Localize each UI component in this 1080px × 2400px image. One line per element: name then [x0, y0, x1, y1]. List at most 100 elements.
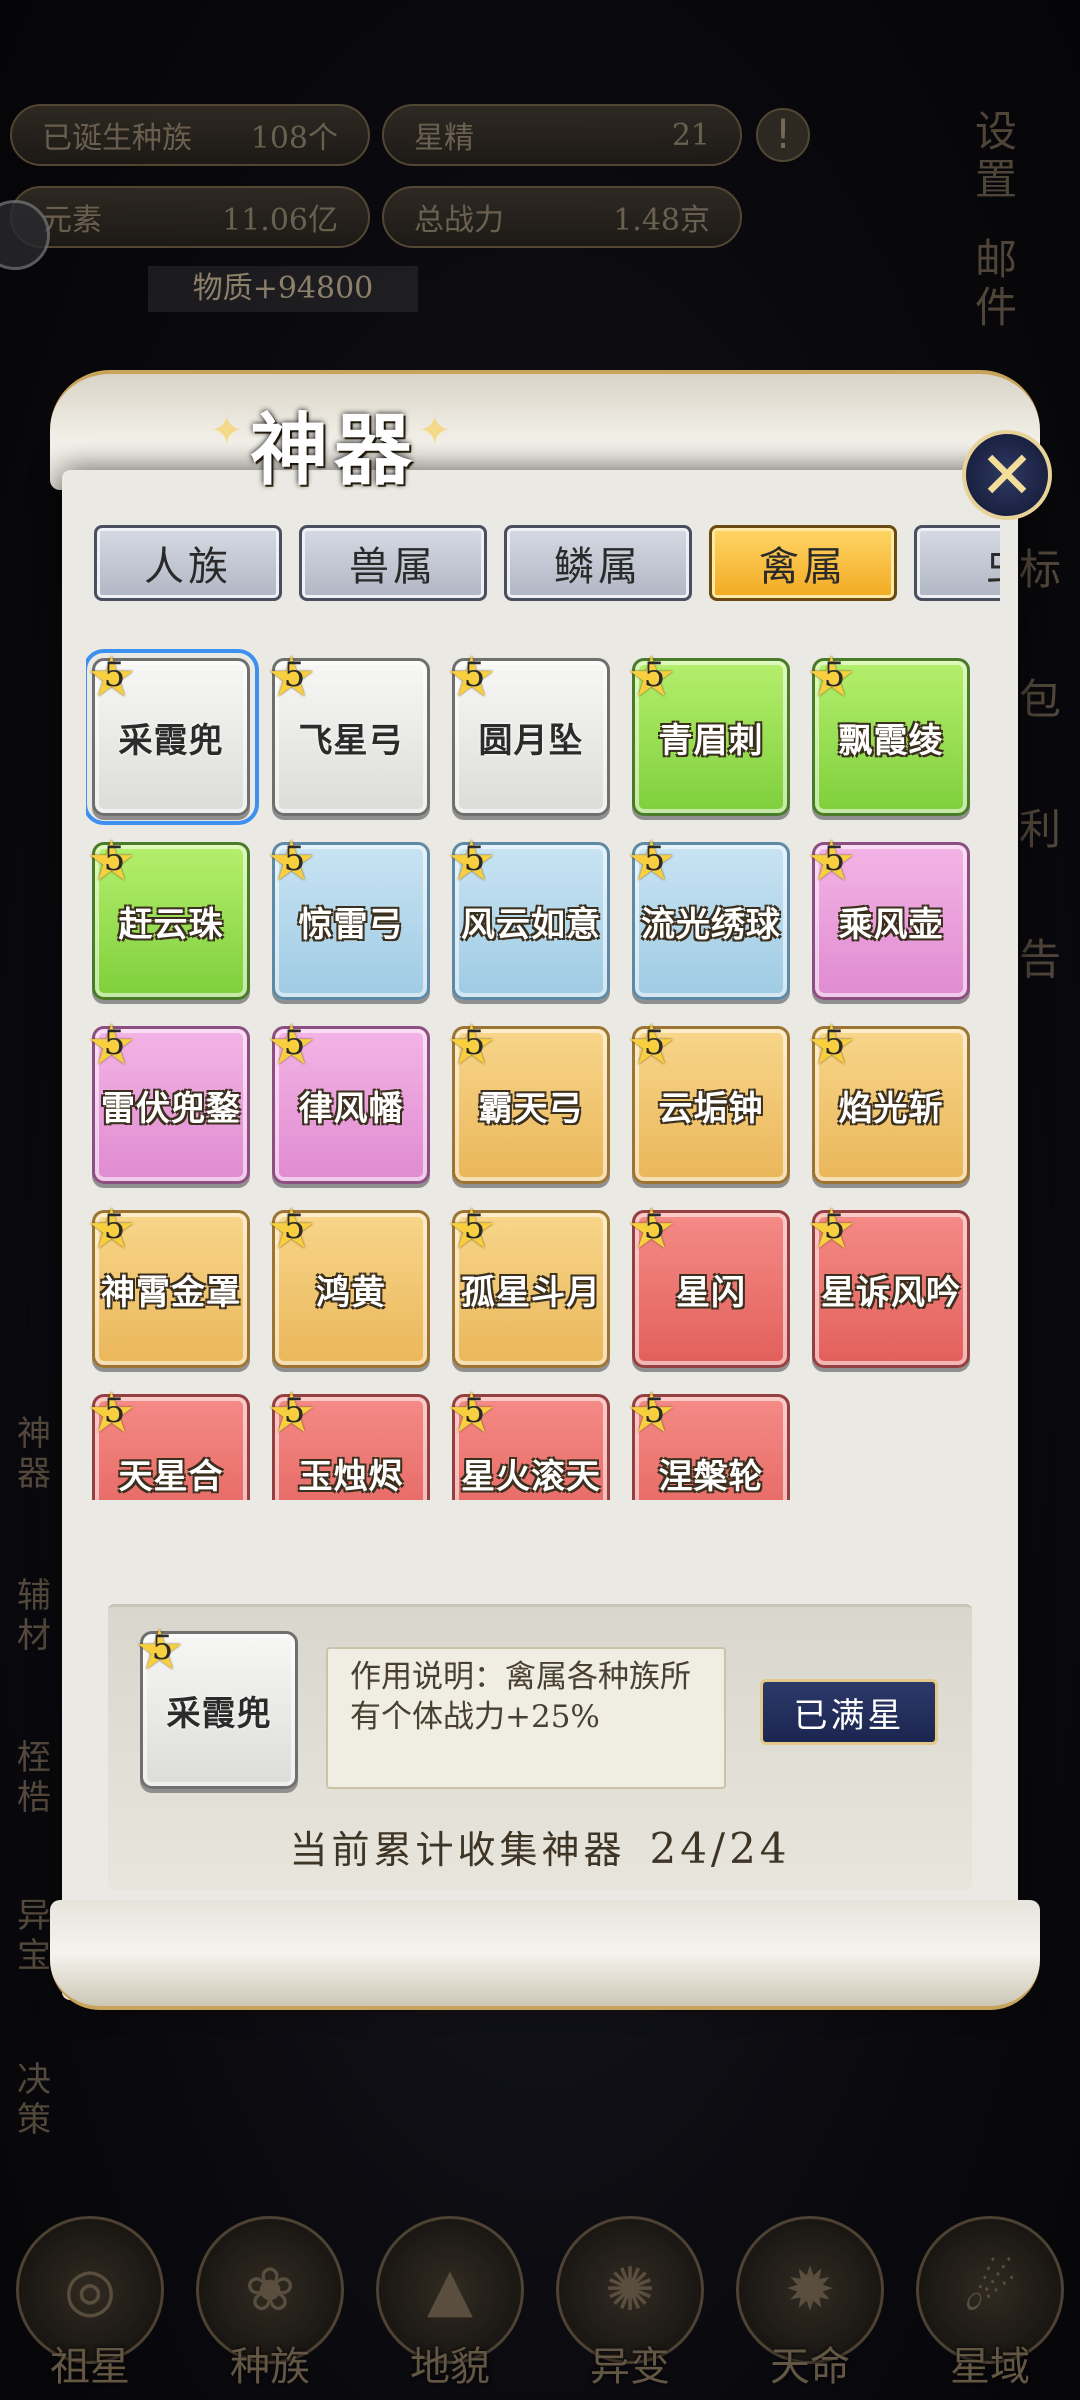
title-right-star-icon: ✦ — [418, 408, 452, 454]
artifact-name: 律风幡 — [298, 1088, 404, 1129]
max-star-button[interactable]: 已满星 — [760, 1679, 938, 1745]
artifact-name: 赶云珠 — [118, 904, 224, 945]
artifact-card[interactable]: ★ 5 风云如意 — [446, 834, 610, 1000]
artifact-grid: ★ 5 采霞兜 ★ 5 飞星弓 ★ 5 圆月坠 ★ 5 青眉刺 ★ 5 飘霞绫 ★ 5 赶云珠 ★ 5 惊雷弓 ★ 5 风云如… — [86, 648, 986, 1500]
artifact-card[interactable]: ★ 5 玉烛烬 — [266, 1386, 430, 1500]
artifact-card[interactable]: ★ 5 雷伏兜鍪 — [86, 1018, 250, 1184]
tab-beast[interactable]: 兽属 — [299, 525, 487, 601]
selected-artifact-card: ★ 5 采霞兜 — [134, 1623, 298, 1789]
artifact-card[interactable]: ★ 5 乘风壶 — [806, 834, 970, 1000]
artifact-card[interactable]: ★ 5 星火滚天 — [446, 1386, 610, 1500]
nav-label: 异变 — [590, 2344, 670, 2390]
artifact-name: 飘霞绫 — [838, 720, 944, 761]
element-value: 11.06亿 — [222, 203, 338, 238]
scroll-bottom-roller — [50, 1900, 1040, 2010]
artifact-card[interactable]: ★ 5 鸿黄 — [266, 1202, 430, 1368]
total-power-label: 总战力 — [414, 203, 504, 238]
nav-terrain[interactable]: ▲ 地貌 — [370, 2216, 530, 2392]
artifact-name: 雷伏兜鍪 — [101, 1088, 241, 1129]
artifact-description: 作用说明：禽属各种族所有个体战力+25% — [326, 1647, 726, 1789]
star-level: 5 — [643, 1207, 667, 1247]
artifact-card[interactable]: ★ 5 流光绣球 — [626, 834, 790, 1000]
artifact-card[interactable]: ★ 5 星闪 — [626, 1202, 790, 1368]
title-left-star-icon: ✦ — [210, 408, 244, 454]
artifact-card[interactable]: ★ 5 天星合 — [86, 1386, 250, 1500]
artifact-name: 惊雷弓 — [298, 904, 404, 945]
side-target-button[interactable]: 标 — [1012, 546, 1068, 594]
left-artifact-button[interactable]: 神器 — [4, 1414, 64, 1494]
star-level: 5 — [151, 1628, 175, 1668]
selected-artifact-panel: ★ 5 采霞兜 作用说明：禽属各种族所有个体战力+25% 已满星 当前累计收集神… — [108, 1604, 972, 1890]
alert-icon[interactable]: ! — [756, 108, 810, 162]
star-level: 5 — [283, 839, 307, 879]
artifact-card[interactable]: ★ 5 飞星弓 — [266, 650, 430, 816]
artifact-name: 流光绣球 — [641, 904, 781, 945]
artifact-name: 天星合 — [118, 1456, 224, 1497]
artifact-card[interactable]: ★ 5 赶云珠 — [86, 834, 250, 1000]
bottom-nav: ◎ 祖星 ❀ 种族 ▲ 地貌 ✺ 异变 ✹ 天命 ☄ 星域 — [0, 2200, 1080, 2400]
left-decision-button[interactable]: 决策 — [4, 2060, 64, 2140]
star-level: 5 — [283, 655, 307, 695]
star-level: 5 — [463, 1207, 487, 1247]
artifact-card[interactable]: ★ 5 飘霞绫 — [806, 650, 970, 816]
artifact-name: 涅槃轮 — [658, 1456, 764, 1497]
nav-label: 天命 — [770, 2344, 850, 2390]
artifact-name: 云垢钟 — [658, 1088, 764, 1129]
side-settings-button[interactable]: 设置 — [968, 108, 1024, 204]
tab-bird[interactable]: 禽属 — [709, 525, 897, 601]
close-button[interactable]: ✕ — [962, 430, 1052, 520]
nav-mutation[interactable]: ✺ 异变 — [550, 2216, 710, 2392]
star-level: 5 — [643, 1023, 667, 1063]
artifact-card[interactable]: ★ 5 云垢钟 — [626, 1018, 790, 1184]
artifact-name: 鸿黄 — [316, 1272, 386, 1313]
close-x-icon: ✕ — [979, 436, 1035, 514]
artifact-name: 星火滚天 — [461, 1456, 601, 1497]
race-count-pill: 已诞生种族 108个 — [10, 104, 370, 166]
nav-race[interactable]: ❀ 种族 — [190, 2216, 350, 2392]
side-mail-button[interactable]: 邮件 — [968, 236, 1024, 332]
collection-progress: 当前累计收集神器 24/24 — [108, 1819, 972, 1874]
artifact-card[interactable]: ★ 5 星诉风吟 — [806, 1202, 970, 1368]
artifact-card[interactable]: ★ 5 焰光斩 — [806, 1018, 970, 1184]
side-bag-button[interactable]: 包 — [1012, 676, 1068, 724]
nav-ancestor-star[interactable]: ◎ 祖星 — [10, 2216, 170, 2392]
star-essence-label: 星精 — [414, 121, 474, 156]
tab-scale[interactable]: 鳞属 — [504, 525, 692, 601]
total-power-pill: 总战力 1.48京 — [382, 186, 742, 248]
dialog-title: 神器 — [250, 405, 419, 496]
star-essence-value: 21 — [671, 117, 710, 153]
artifact-card[interactable]: ★ 5 惊雷弓 — [266, 834, 430, 1000]
star-level: 5 — [823, 1207, 847, 1247]
selected-artifact-name: 采霞兜 — [166, 1693, 272, 1734]
tab-human[interactable]: 人族 — [94, 525, 282, 601]
artifact-name: 飞星弓 — [298, 720, 404, 761]
left-shackle-button[interactable]: 桎梏 — [4, 1738, 64, 1818]
star-level: 5 — [463, 1023, 487, 1063]
nav-destiny[interactable]: ✹ 天命 — [730, 2216, 890, 2392]
star-level: 5 — [103, 655, 127, 695]
artifact-grid-scroll[interactable]: ★ 5 采霞兜 ★ 5 飞星弓 ★ 5 圆月坠 ★ 5 青眉刺 ★ 5 飘霞绫 ★ 5 赶云珠 ★ 5 惊雷弓 ★ 5 风云如… — [86, 648, 986, 1500]
artifact-card[interactable]: ★ 5 采霞兜 — [86, 649, 259, 825]
artifact-name: 乘风壶 — [838, 904, 944, 945]
artifact-card[interactable]: ★ 5 圆月坠 — [446, 650, 610, 816]
nav-label: 地貌 — [410, 2344, 490, 2390]
artifact-name: 玉烛烬 — [298, 1456, 404, 1497]
nav-star-domain[interactable]: ☄ 星域 — [910, 2216, 1070, 2392]
artifact-card[interactable]: ★ 5 霸天弓 — [446, 1018, 610, 1184]
side-notice-button[interactable]: 告 — [1012, 936, 1068, 984]
side-benefit-button[interactable]: 利 — [1012, 806, 1068, 854]
element-pill: 元素 11.06亿 — [10, 186, 370, 248]
star-level: 5 — [823, 1023, 847, 1063]
artifact-card[interactable]: ★ 5 神霄金罩 — [86, 1202, 250, 1368]
artifact-card[interactable]: ★ 5 涅槃轮 — [626, 1386, 790, 1500]
star-level: 5 — [283, 1391, 307, 1431]
left-material-button[interactable]: 辅材 — [4, 1576, 64, 1656]
race-count-value: 108个 — [250, 121, 338, 156]
total-power-value: 1.48京 — [613, 203, 710, 238]
artifact-card[interactable]: ★ 5 律风幡 — [266, 1018, 430, 1184]
artifact-card[interactable]: ★ 5 孤星斗月 — [446, 1202, 610, 1368]
tab-insect[interactable]: 虫 — [914, 525, 1000, 601]
artifact-card[interactable]: ★ 5 青眉刺 — [626, 650, 790, 816]
star-level: 5 — [103, 1391, 127, 1431]
collection-label: 当前累计收集神器 — [289, 1828, 626, 1872]
